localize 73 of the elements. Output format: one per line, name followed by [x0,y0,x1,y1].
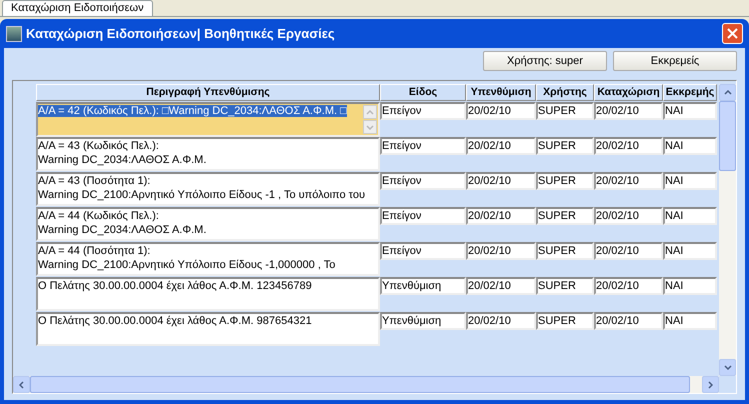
chevron-right-icon [708,380,713,388]
table-cell: 20/02/10 [594,277,663,295]
table-cell: 20/02/10 [466,137,536,155]
table-cell: NAI [663,102,717,120]
description-text: Ο Πελάτης 30.00.00.0004 έχει λάθος Α.Φ.Μ. 987654321 [38,315,312,327]
table-cell: 20/02/10 [466,207,536,225]
chevron-up-icon [724,90,732,95]
chevron-down-icon [724,365,732,370]
table-cell: 20/02/10 [466,312,536,330]
table-cell: SUPER [536,137,594,155]
close-button[interactable] [722,23,743,44]
column-header[interactable]: Είδος [380,84,466,101]
table-cell: 20/02/10 [466,277,536,295]
table-cell: Υπενθύμιση [380,277,466,295]
table-cell: NAI [663,312,717,330]
description-text: A/A = 44 (Κωδικός Πελ.): Warning DC_2034:ΛΑΘΟΣ Α.Φ.Μ. [38,210,206,236]
description-cell[interactable]: Ο Πελάτης 30.00.00.0004 έχει λάθος Α.Φ.Μ. 987654321 [36,312,380,346]
table-cell: NAI [663,172,717,190]
scroll-right-button[interactable] [702,376,719,393]
table-cell: 20/02/10 [466,102,536,120]
description-text: A/A = 43 (Ποσότητα 1): Warning DC_2100:Αρνητικό Υπόλοιπο Είδους -1 , Το υπόλοιπο του [38,175,365,201]
table-cell: 20/02/10 [466,172,536,190]
table-cell: NAI [663,277,717,295]
app-icon [6,26,22,42]
table-cell: SUPER [536,242,594,260]
table-cell: SUPER [536,172,594,190]
scrollbar-thumb[interactable] [719,101,736,171]
description-text: A/A = 44 (Ποσότητα 1): Warning DC_2100:Αρνητικό Υπόλοιπο Είδους -1,000000 , Το [38,245,336,271]
scroll-down-button[interactable] [719,359,736,376]
toolbar-button[interactable]: Εκκρεμείς [613,51,737,71]
table-cell: 20/02/10 [594,102,663,120]
scrollbar-thumb[interactable] [30,376,690,393]
toolbar-button[interactable]: Χρήστης: super [483,51,607,71]
table-cell: SUPER [536,102,594,120]
table-cell: 20/02/10 [466,242,536,260]
table-cell: 20/02/10 [594,242,663,260]
description-text: Ο Πελάτης 30.00.00.0004 έχει λάθος Α.Φ.Μ. 123456789 [38,280,312,292]
table-cell: Υπενθύμιση [380,312,466,330]
table-cell: 20/02/10 [594,312,663,330]
table-cell: Επείγον [380,172,466,190]
description-text: A/A = 42 (Κωδικός Πελ.): □Warning DC_2034:ΛΑΘΟΣ Α.Φ.Μ. □ [38,105,347,117]
table-cell: 20/02/10 [594,207,663,225]
column-header[interactable]: Χρήστης [536,84,594,101]
table-cell: NAI [663,207,717,225]
table-cell: Επείγον [380,207,466,225]
table-cell: SUPER [536,312,594,330]
chevron-down-icon [366,124,374,130]
description-cell[interactable]: A/A = 43 (Ποσότητα 1): Warning DC_2100:Αρνητικό Υπόλοιπο Είδους -1 , Το υπόλοιπο του [36,172,380,206]
column-header[interactable]: Εκκρεμής [663,84,717,101]
window-title: Καταχώριση Ειδοποιήσεων| Βοηθητικές Εργασίες [26,26,336,41]
table-cell: Επείγον [380,102,466,120]
table-cell: SUPER [536,207,594,225]
description-cell[interactable]: A/A = 44 (Ποσότητα 1): Warning DC_2100:Αρνητικό Υπόλοιπο Είδους -1,000000 , Το [36,242,380,276]
column-header[interactable]: Περιγραφή Υπενθύμισης [36,84,380,101]
tab[interactable]: Καταχώριση Ειδοποιήσεων [2,0,153,16]
close-icon [727,28,738,39]
chevron-up-icon [366,110,374,114]
table-cell: NAI [663,242,717,260]
scroll-up-button[interactable] [719,84,736,101]
description-text: A/A = 43 (Κωδικός Πελ.): Warning DC_2034:ΛΑΘΟΣ Α.Φ.Μ. [38,140,206,166]
description-cell[interactable]: A/A = 44 (Κωδικός Πελ.): Warning DC_2034:ΛΑΘΟΣ Α.Φ.Μ. [36,207,380,241]
description-cell[interactable]: A/A = 43 (Κωδικός Πελ.): Warning DC_2034:ΛΑΘΟΣ Α.Φ.Μ. [36,137,380,171]
table-cell: Επείγον [380,137,466,155]
chevron-left-icon [19,380,24,388]
scroll-left-button[interactable] [13,376,30,393]
column-header[interactable]: Υπενθύμιση [466,84,536,101]
table-cell: Επείγον [380,242,466,260]
table-cell: 20/02/10 [594,172,663,190]
table-cell: NAI [663,137,717,155]
table-cell: 20/02/10 [594,137,663,155]
column-header[interactable]: Καταχώριση [594,84,663,101]
description-cell[interactable]: Ο Πελάτης 30.00.00.0004 έχει λάθος Α.Φ.Μ. 123456789 [36,277,380,311]
table-cell: SUPER [536,277,594,295]
